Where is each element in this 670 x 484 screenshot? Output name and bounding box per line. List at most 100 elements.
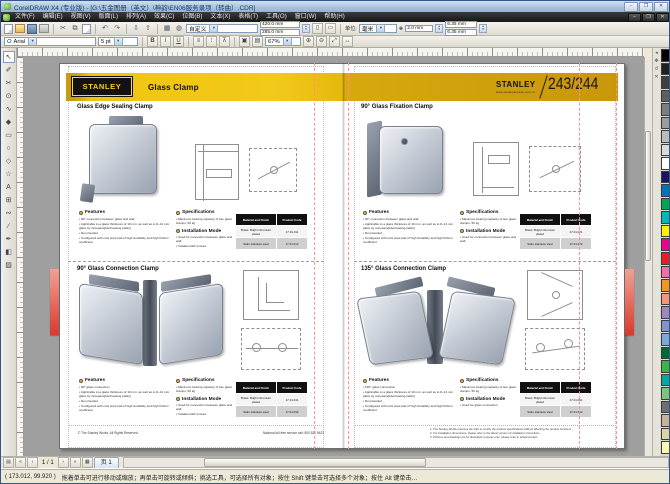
- nudge-field[interactable]: 2.0 mm: [405, 25, 433, 32]
- color-swatch[interactable]: [661, 90, 670, 103]
- table-tool-icon[interactable]: ⊞: [3, 194, 15, 206]
- menu-item[interactable]: 文本(X): [206, 12, 234, 22]
- duplicate-spinner[interactable]: ▴▾: [479, 24, 487, 33]
- menu-item[interactable]: 版面(L): [95, 12, 122, 22]
- color-swatch[interactable]: [661, 320, 670, 333]
- color-swatch[interactable]: [661, 306, 670, 319]
- title-bar[interactable]: CorelDRAW X4 (专业版) - [G:\五金图册（英文）\神韵\EN0…: [1, 1, 670, 12]
- chevron-down-icon[interactable]: ▾: [209, 24, 218, 33]
- color-swatch[interactable]: [661, 157, 670, 170]
- maximize-button[interactable]: ❐: [639, 2, 653, 12]
- doc-minimize-button[interactable]: –: [628, 13, 641, 22]
- new-icon[interactable]: [4, 24, 13, 34]
- color-swatch[interactable]: [661, 144, 670, 157]
- drop-cap-button[interactable]: ⊼: [219, 36, 230, 47]
- page-width-field[interactable]: 420.0 mm: [260, 21, 300, 28]
- color-swatch[interactable]: [661, 441, 670, 454]
- edit-text-button[interactable]: ▣: [239, 36, 250, 47]
- menu-item[interactable]: 文件(F): [11, 12, 39, 22]
- zoom-level-combo[interactable]: 67% ▾: [265, 37, 301, 46]
- chevron-down-icon[interactable]: ▾: [283, 37, 292, 46]
- color-swatch[interactable]: [661, 279, 670, 292]
- save-icon[interactable]: [27, 24, 37, 34]
- color-swatch[interactable]: [661, 252, 670, 265]
- color-swatch[interactable]: [661, 117, 670, 130]
- menu-item[interactable]: 帮助(H): [320, 12, 348, 22]
- freehand-tool-icon[interactable]: ∿: [3, 103, 15, 115]
- interactive-fill-tool-icon[interactable]: ▨: [3, 259, 15, 271]
- color-swatch[interactable]: [661, 184, 670, 197]
- page-size-spinner[interactable]: ▴▾: [302, 24, 310, 33]
- color-swatch[interactable]: [661, 333, 670, 346]
- blend-tool-icon[interactable]: ∾: [3, 207, 15, 219]
- zoom-preset-combo[interactable]: 自定义 ▾: [186, 24, 258, 33]
- font-combo[interactable]: O Arial ▾: [4, 37, 96, 46]
- menu-item[interactable]: 视图(V): [67, 12, 95, 22]
- basic-shapes-tool-icon[interactable]: ☆: [3, 168, 15, 180]
- shape-tool-icon[interactable]: ✐: [3, 64, 15, 76]
- page-tab[interactable]: 页 1: [94, 457, 119, 468]
- doc-close-button[interactable]: ✕: [656, 13, 669, 22]
- vertical-ruler[interactable]: [17, 57, 24, 456]
- guideline[interactable]: [616, 63, 617, 449]
- color-swatch[interactable]: [661, 238, 670, 251]
- close-button[interactable]: ✕: [654, 2, 668, 12]
- text-tool-icon[interactable]: A: [3, 181, 15, 193]
- color-swatch[interactable]: [661, 347, 670, 360]
- rectangle-tool-icon[interactable]: ▭: [3, 129, 15, 141]
- zoom-width-icon[interactable]: ↔: [342, 36, 353, 47]
- menu-item[interactable]: 表格(T): [234, 12, 262, 22]
- last-page-icon[interactable]: »: [70, 457, 81, 468]
- open-icon[interactable]: [15, 24, 25, 33]
- zoom-out-icon[interactable]: ⊖: [316, 36, 327, 47]
- color-swatch[interactable]: [661, 266, 670, 279]
- bullet-list-button[interactable]: ⁝: [206, 36, 217, 47]
- horizontal-scrollbar[interactable]: [123, 457, 669, 468]
- color-swatch[interactable]: [661, 171, 670, 184]
- redo-icon[interactable]: ↷: [112, 24, 122, 34]
- next-page-icon[interactable]: ›: [58, 457, 69, 468]
- color-swatch[interactable]: [661, 211, 670, 224]
- color-swatch[interactable]: [661, 428, 670, 441]
- vertical-scroll-thumb[interactable]: [645, 131, 651, 261]
- transform-docker-icon[interactable]: ✥: [654, 58, 658, 64]
- ellipse-tool-icon[interactable]: ○: [3, 142, 15, 154]
- text-props-button[interactable]: ▤: [252, 36, 263, 47]
- page-height-field[interactable]: 285.0 mm: [260, 29, 300, 36]
- collapse-docker-icon[interactable]: ◂: [655, 50, 658, 56]
- color-swatch[interactable]: [661, 76, 670, 89]
- underline-button[interactable]: U: [173, 36, 184, 47]
- landscape-button[interactable]: ▭: [325, 23, 336, 34]
- color-swatch[interactable]: [661, 130, 670, 143]
- horizontal-ruler[interactable]: [17, 48, 644, 57]
- cut-icon[interactable]: ✂: [58, 24, 68, 34]
- close-docker-icon[interactable]: ✕: [654, 74, 658, 80]
- guideline[interactable]: [348, 63, 349, 449]
- corel-balloon-icon[interactable]: [3, 14, 10, 21]
- alignment-button[interactable]: ≡: [193, 36, 204, 47]
- add-page-icon[interactable]: ▦: [82, 457, 93, 468]
- color-swatch[interactable]: [661, 198, 670, 211]
- font-size-combo[interactable]: 5 pt ▾: [98, 37, 138, 46]
- color-swatch[interactable]: [661, 63, 670, 76]
- polygon-tool-icon[interactable]: ◇: [3, 155, 15, 167]
- portrait-button[interactable]: ▯: [312, 23, 323, 34]
- horizontal-scroll-thumb[interactable]: [204, 458, 426, 467]
- chevron-down-icon[interactable]: ▾: [28, 37, 37, 46]
- crop-tool-icon[interactable]: ✂: [3, 77, 15, 89]
- eyedropper-tool-icon[interactable]: ∕: [3, 220, 15, 232]
- color-swatch[interactable]: [661, 360, 670, 373]
- copy-icon[interactable]: ⧉: [70, 24, 80, 34]
- menu-item[interactable]: 效果(C): [150, 12, 178, 22]
- fill-tool-icon[interactable]: ◧: [3, 246, 15, 258]
- color-swatch[interactable]: [661, 225, 670, 238]
- zoom-page-icon[interactable]: ⤢: [329, 36, 340, 47]
- chevron-down-icon[interactable]: ▾: [114, 37, 123, 46]
- menu-item[interactable]: 位图(B): [178, 12, 206, 22]
- color-swatch[interactable]: [661, 293, 670, 306]
- color-swatch[interactable]: [661, 103, 670, 116]
- color-swatch[interactable]: [661, 387, 670, 400]
- outline-pen-tool-icon[interactable]: ✒: [3, 233, 15, 245]
- smart-fill-tool-icon[interactable]: ◆: [3, 116, 15, 128]
- color-swatch[interactable]: [661, 401, 670, 414]
